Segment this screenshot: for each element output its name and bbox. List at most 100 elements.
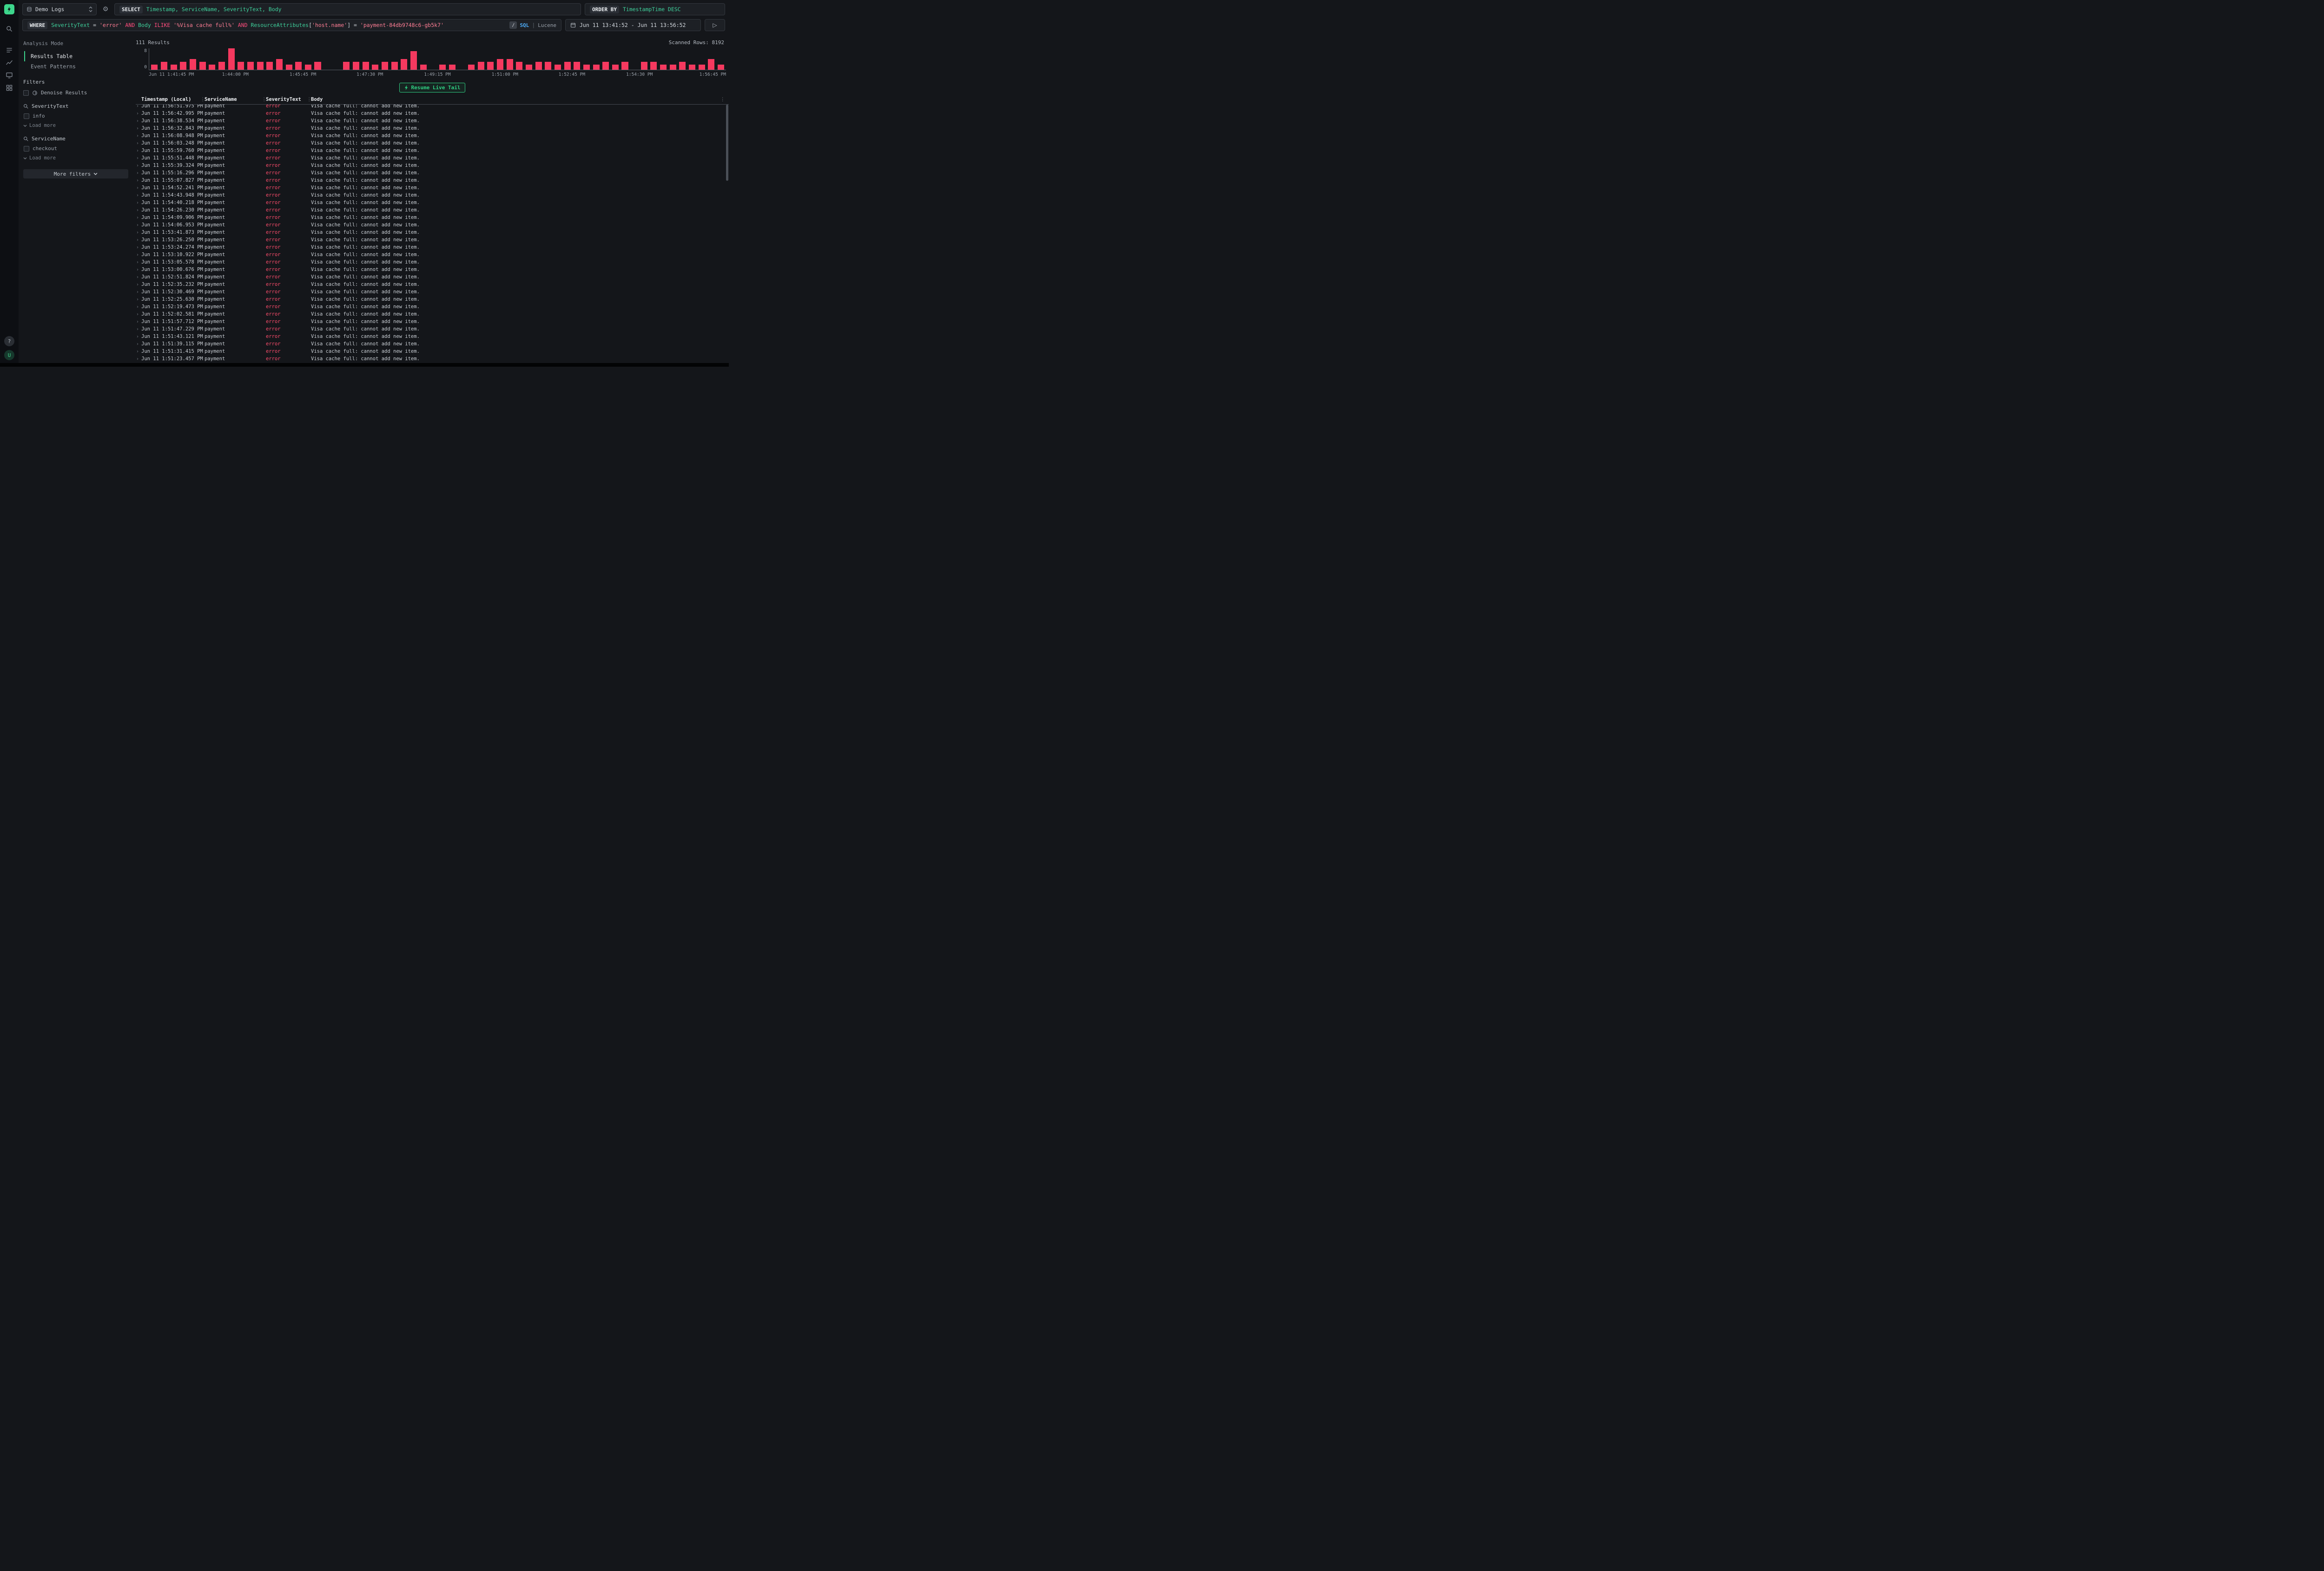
table-row[interactable]: ›Jun 11 1:56:08.948 PMpaymenterrorVisa c… bbox=[136, 132, 729, 139]
source-settings-button[interactable]: ⚙ bbox=[100, 3, 111, 15]
table-row[interactable]: ›Jun 11 1:56:03.248 PMpaymenterrorVisa c… bbox=[136, 139, 729, 147]
row-expand-icon[interactable]: › bbox=[136, 215, 141, 220]
row-expand-icon[interactable]: › bbox=[136, 185, 141, 191]
mode-event-patterns[interactable]: Event Patterns bbox=[24, 61, 128, 72]
logs-icon[interactable] bbox=[5, 46, 13, 54]
row-expand-icon[interactable]: › bbox=[136, 105, 141, 109]
column-header-servicename[interactable]: ⋮ServiceName bbox=[205, 97, 266, 102]
row-expand-icon[interactable]: › bbox=[136, 171, 141, 176]
table-row[interactable]: ›Jun 11 1:54:26.230 PMpaymenterrorVisa c… bbox=[136, 206, 729, 214]
table-row[interactable]: ›Jun 11 1:53:26.250 PMpaymenterrorVisa c… bbox=[136, 236, 729, 244]
row-expand-icon[interactable]: › bbox=[136, 290, 141, 295]
row-expand-icon[interactable]: › bbox=[136, 252, 141, 257]
help-button[interactable]: ? bbox=[4, 336, 14, 346]
table-scrollbar[interactable] bbox=[726, 105, 728, 181]
row-expand-icon[interactable]: › bbox=[136, 200, 141, 205]
column-header-severitytext[interactable]: ⋮SeverityText bbox=[266, 97, 311, 102]
column-menu-icon[interactable]: ⋮ bbox=[262, 97, 267, 102]
row-expand-icon[interactable]: › bbox=[136, 178, 141, 183]
facet-option-checkbox[interactable] bbox=[24, 146, 29, 152]
table-row[interactable]: ›Jun 11 1:53:24.274 PMpaymenterrorVisa c… bbox=[136, 244, 729, 251]
table-row[interactable]: ›Jun 11 1:55:39.324 PMpaymenterrorVisa c… bbox=[136, 162, 729, 169]
column-header-body[interactable]: ⋮Body bbox=[311, 97, 729, 102]
row-expand-icon[interactable]: › bbox=[136, 156, 141, 161]
row-expand-icon[interactable]: › bbox=[136, 245, 141, 250]
dashboards-icon[interactable] bbox=[5, 84, 13, 92]
row-expand-icon[interactable]: › bbox=[136, 304, 141, 310]
row-expand-icon[interactable]: › bbox=[136, 111, 141, 116]
table-row[interactable]: ›Jun 11 1:51:57.712 PMpaymenterrorVisa c… bbox=[136, 318, 729, 325]
row-expand-icon[interactable]: › bbox=[136, 230, 141, 235]
table-row[interactable]: ›Jun 11 1:54:06.953 PMpaymenterrorVisa c… bbox=[136, 221, 729, 229]
lucene-mode-toggle[interactable]: Lucene bbox=[538, 22, 556, 28]
table-row[interactable]: ›Jun 11 1:53:05.578 PMpaymenterrorVisa c… bbox=[136, 258, 729, 266]
table-row[interactable]: ›Jun 11 1:51:43.121 PMpaymenterrorVisa c… bbox=[136, 333, 729, 340]
table-row[interactable]: ›Jun 11 1:53:00.676 PMpaymenterrorVisa c… bbox=[136, 266, 729, 273]
column-header-timestamp[interactable]: Timestamp (Local) bbox=[141, 97, 205, 102]
row-expand-icon[interactable]: › bbox=[136, 342, 141, 347]
table-row[interactable]: ›Jun 11 1:56:42.995 PMpaymenterrorVisa c… bbox=[136, 110, 729, 117]
table-row[interactable]: ›Jun 11 1:51:23.457 PMpaymenterrorVisa c… bbox=[136, 355, 729, 363]
table-row[interactable]: ›Jun 11 1:52:19.473 PMpaymenterrorVisa c… bbox=[136, 303, 729, 310]
mode-results-table[interactable]: Results Table bbox=[24, 51, 128, 61]
row-expand-icon[interactable]: › bbox=[136, 223, 141, 228]
denoise-checkbox[interactable] bbox=[23, 90, 29, 96]
sql-mode-toggle[interactable]: SQL bbox=[520, 22, 529, 28]
row-expand-icon[interactable]: › bbox=[136, 126, 141, 131]
table-row[interactable]: ›Jun 11 1:55:51.448 PMpaymenterrorVisa c… bbox=[136, 154, 729, 162]
table-row[interactable]: ›Jun 11 1:54:52.241 PMpaymenterrorVisa c… bbox=[136, 184, 729, 191]
table-row[interactable]: ›Jun 11 1:54:09.906 PMpaymenterrorVisa c… bbox=[136, 214, 729, 221]
table-row[interactable]: ›Jun 11 1:56:32.843 PMpaymenterrorVisa c… bbox=[136, 125, 729, 132]
table-row[interactable]: ›Jun 11 1:55:07.827 PMpaymenterrorVisa c… bbox=[136, 177, 729, 184]
row-expand-icon[interactable]: › bbox=[136, 267, 141, 272]
load-more-service[interactable]: Load more bbox=[23, 155, 128, 161]
row-expand-icon[interactable]: › bbox=[136, 356, 141, 362]
app-logo[interactable] bbox=[4, 4, 14, 14]
table-row[interactable]: ›Jun 11 1:51:39.115 PMpaymenterrorVisa c… bbox=[136, 340, 729, 348]
table-row[interactable]: ›Jun 11 1:51:31.415 PMpaymenterrorVisa c… bbox=[136, 348, 729, 355]
table-row[interactable]: ›Jun 11 1:51:47.229 PMpaymenterrorVisa c… bbox=[136, 325, 729, 333]
row-expand-icon[interactable]: › bbox=[136, 141, 141, 146]
table-row[interactable]: ›Jun 11 1:55:16.296 PMpaymenterrorVisa c… bbox=[136, 169, 729, 177]
row-expand-icon[interactable]: › bbox=[136, 319, 141, 324]
table-row[interactable]: ›Jun 11 1:52:25.630 PMpaymenterrorVisa c… bbox=[136, 296, 729, 303]
table-row[interactable]: ›Jun 11 1:54:40.218 PMpaymenterrorVisa c… bbox=[136, 199, 729, 206]
resume-live-tail-button[interactable]: Resume Live Tail bbox=[399, 83, 466, 92]
run-query-button[interactable]: ▷ bbox=[705, 19, 725, 31]
row-expand-icon[interactable]: › bbox=[136, 238, 141, 243]
table-row[interactable]: ›Jun 11 1:55:59.760 PMpaymenterrorVisa c… bbox=[136, 147, 729, 154]
row-expand-icon[interactable]: › bbox=[136, 163, 141, 168]
table-row[interactable]: ›Jun 11 1:53:10.922 PMpaymenterrorVisa c… bbox=[136, 251, 729, 258]
search-icon[interactable] bbox=[5, 25, 13, 33]
row-expand-icon[interactable]: › bbox=[136, 260, 141, 265]
row-expand-icon[interactable]: › bbox=[136, 327, 141, 332]
row-expand-icon[interactable]: › bbox=[136, 133, 141, 139]
row-expand-icon[interactable]: › bbox=[136, 312, 141, 317]
table-row[interactable]: ›Jun 11 1:53:41.873 PMpaymenterrorVisa c… bbox=[136, 229, 729, 236]
sessions-icon[interactable] bbox=[5, 71, 13, 79]
row-expand-icon[interactable]: › bbox=[136, 208, 141, 213]
row-expand-icon[interactable]: › bbox=[136, 297, 141, 302]
table-row[interactable]: ›Jun 11 1:52:51.824 PMpaymenterrorVisa c… bbox=[136, 273, 729, 281]
column-menu-icon[interactable]: ⋮ bbox=[307, 97, 312, 102]
row-expand-icon[interactable]: › bbox=[136, 119, 141, 124]
source-select[interactable]: Demo Logs bbox=[22, 3, 97, 15]
time-range-picker[interactable]: Jun 11 13:41:52 - Jun 11 13:56:52 bbox=[565, 19, 701, 31]
table-row[interactable]: ›Jun 11 1:52:02.581 PMpaymenterrorVisa c… bbox=[136, 310, 729, 318]
row-expand-icon[interactable]: › bbox=[136, 148, 141, 153]
row-expand-icon[interactable]: › bbox=[136, 193, 141, 198]
row-expand-icon[interactable]: › bbox=[136, 282, 141, 287]
table-options-icon[interactable]: ⋮ bbox=[720, 97, 726, 102]
facet-option-checkbox[interactable] bbox=[24, 113, 29, 119]
select-query-input[interactable]: SELECT Timestamp, ServiceName, SeverityT… bbox=[114, 3, 581, 15]
row-expand-icon[interactable]: › bbox=[136, 334, 141, 339]
chart-bars[interactable] bbox=[149, 48, 726, 70]
table-row[interactable]: ›Jun 11 1:54:43.948 PMpaymenterrorVisa c… bbox=[136, 191, 729, 199]
row-expand-icon[interactable]: › bbox=[136, 275, 141, 280]
more-filters-button[interactable]: More filters bbox=[23, 169, 128, 178]
order-by-input[interactable]: ORDER BY TimestampTime DESC bbox=[585, 3, 725, 15]
table-row[interactable]: ›Jun 11 1:52:35.232 PMpaymenterrorVisa c… bbox=[136, 281, 729, 288]
table-row[interactable]: ›Jun 11 1:52:30.469 PMpaymenterrorVisa c… bbox=[136, 288, 729, 296]
column-menu-icon[interactable]: ⋮ bbox=[200, 97, 205, 102]
table-row[interactable]: ›Jun 11 1:56:38.534 PMpaymenterrorVisa c… bbox=[136, 117, 729, 125]
